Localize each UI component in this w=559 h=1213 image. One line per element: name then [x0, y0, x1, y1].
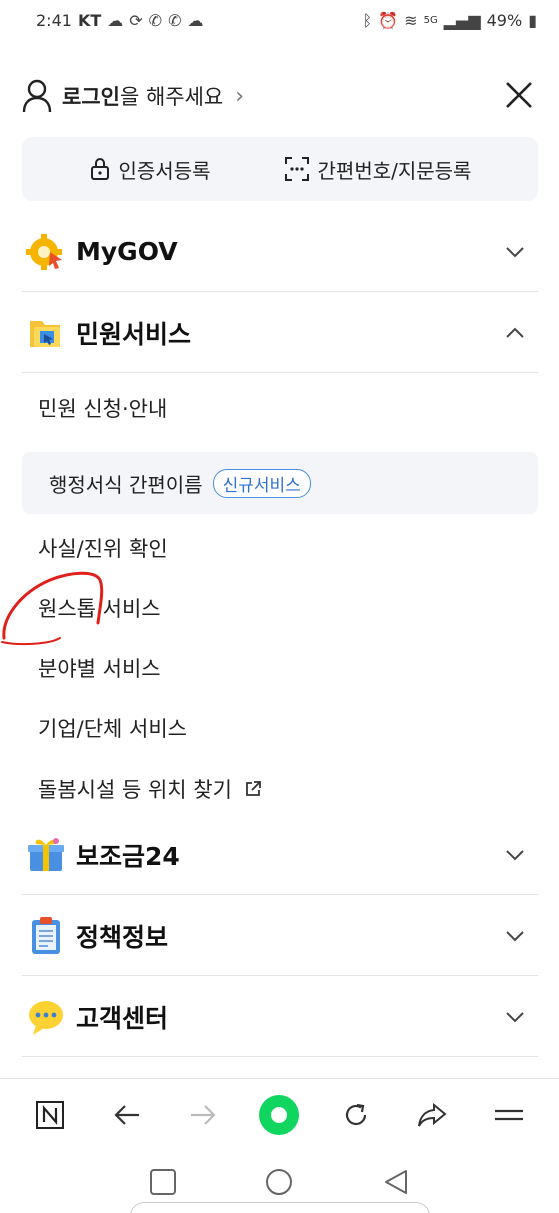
network-type: 5G — [423, 14, 438, 26]
simple-register-button[interactable]: 간편번호/지문등록 — [284, 155, 471, 184]
menu-item-admin-form[interactable]: 행정서식 간편이름 신규서비스 — [22, 452, 538, 514]
browser-toolbar — [0, 1078, 559, 1150]
cert-register-button[interactable]: 인증서등록 — [89, 155, 211, 184]
back-triangle-icon[interactable] — [382, 1168, 410, 1196]
refresh-button[interactable] — [334, 1093, 378, 1137]
sync-icon: ⟳ — [129, 10, 143, 30]
menu-item-by-field[interactable]: 분야별 서비스 — [38, 653, 161, 683]
alarm-icon: ⏰ — [378, 10, 399, 30]
section-customer-center[interactable]: 고객센터 — [22, 977, 538, 1057]
hamburger-icon — [494, 1109, 523, 1120]
folder-icon — [30, 320, 60, 347]
naver-home-button[interactable] — [28, 1093, 72, 1137]
n-logo-icon — [36, 1100, 65, 1129]
red-annotation-stroke — [1, 571, 104, 646]
notification-icon: ☁ — [107, 10, 124, 30]
chevron-down-icon — [506, 1011, 524, 1022]
signal-icon: ▂▄▆ — [443, 10, 481, 30]
clipboard-icon — [32, 916, 60, 954]
share-button[interactable] — [410, 1093, 454, 1137]
missed-call-icon: ✆ — [148, 10, 163, 30]
bluetooth-icon: ᛒ — [362, 10, 373, 30]
green-dot-button[interactable] — [257, 1093, 301, 1137]
login-prompt[interactable]: 로그인을 해주세요 — [62, 81, 223, 111]
pin-scan-icon — [284, 157, 309, 181]
menu-item-care-location[interactable]: 돌봄시설 등 위치 찾기 — [38, 774, 262, 804]
share-arrow-icon — [418, 1102, 447, 1126]
menu-item-fact-check[interactable]: 사실/진위 확인 — [38, 533, 168, 563]
certificate-box: 인증서등록 간편번호/지문등록 — [22, 137, 538, 201]
message-icon: ☁ — [187, 10, 204, 30]
gear-icon — [26, 233, 62, 270]
carrier: KT — [77, 10, 102, 30]
chevron-down-icon — [506, 849, 524, 860]
battery-level: 49% — [486, 10, 523, 30]
home-icon[interactable] — [264, 1167, 294, 1197]
chevron-right-icon: › — [235, 83, 245, 109]
battery-icon: ▮ — [528, 10, 537, 30]
missed-call-icon-2: ✆ — [168, 10, 182, 30]
section-subsidy[interactable]: 보조금24 — [22, 815, 538, 895]
arrow-left-icon — [114, 1104, 139, 1125]
recent-apps-icon[interactable] — [149, 1168, 177, 1196]
lock-icon — [90, 158, 109, 180]
status-bar: 2:41 KT ☁ ⟳ ✆ ✆ ☁ ᛒ ⏰ ≋ 5G ▂▄▆ 49% ▮ — [0, 0, 559, 40]
chevron-up-icon — [506, 327, 524, 338]
back-button[interactable] — [105, 1093, 149, 1137]
menu-button[interactable] — [487, 1093, 531, 1137]
section-mygov[interactable]: MyGOV — [22, 212, 538, 292]
green-dot-icon — [259, 1094, 300, 1135]
external-link-icon — [246, 781, 261, 796]
chevron-down-icon — [506, 246, 524, 257]
arrow-right-icon — [191, 1104, 216, 1125]
chevron-down-icon — [506, 930, 524, 941]
menu-item-apply[interactable]: 민원 신청·안내 — [38, 393, 167, 423]
new-service-badge: 신규서비스 — [212, 468, 311, 498]
forward-button[interactable] — [181, 1093, 225, 1137]
speech-bubble-icon — [29, 1000, 63, 1035]
gesture-handle — [130, 1202, 430, 1213]
wifi-icon: ≋ — [404, 10, 418, 30]
section-policy-info[interactable]: 정책정보 — [22, 896, 538, 976]
gift-icon — [28, 837, 64, 871]
close-icon[interactable] — [502, 78, 536, 112]
clock: 2:41 — [36, 10, 72, 30]
menu-item-corporate[interactable]: 기업/단체 서비스 — [38, 713, 187, 743]
section-civil-service[interactable]: 민원서비스 — [22, 293, 538, 373]
refresh-icon — [345, 1103, 366, 1125]
login-row[interactable]: 로그인을 해주세요 › — [22, 74, 538, 118]
person-icon — [22, 79, 52, 113]
